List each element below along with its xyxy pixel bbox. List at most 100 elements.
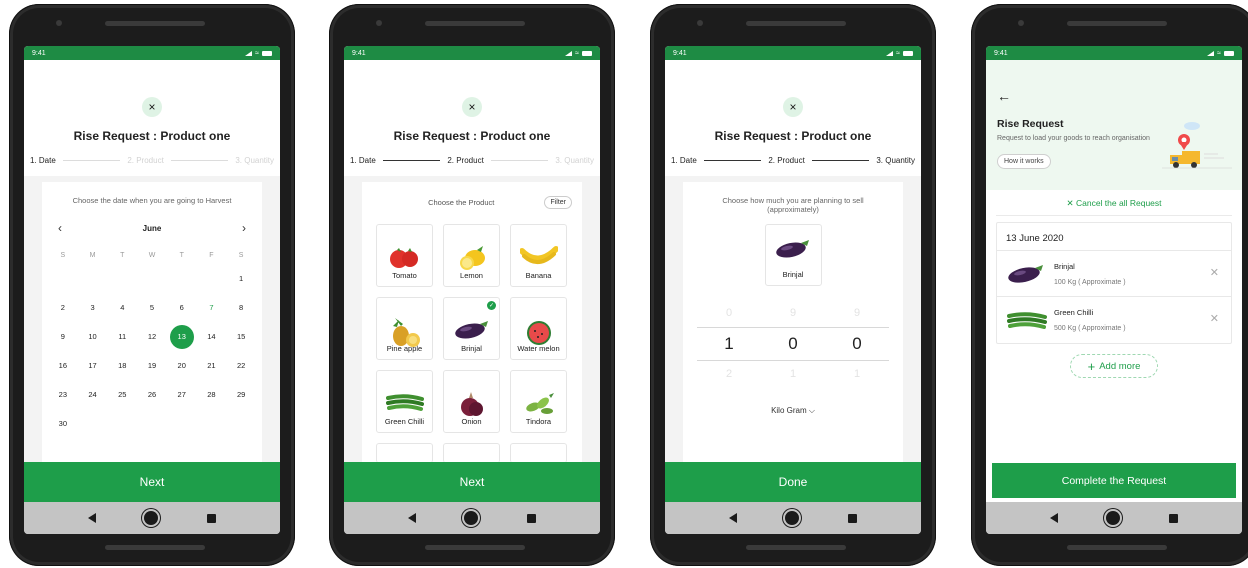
product-tile[interactable]: Pine apple	[376, 297, 433, 360]
nav-back-icon[interactable]	[729, 513, 738, 523]
product-tile-partial[interactable]	[443, 443, 500, 463]
calendar-empty-cell	[197, 409, 227, 438]
nav-recents-icon[interactable]	[526, 513, 536, 523]
product-tile[interactable]: Green Chilli	[376, 370, 433, 433]
product-tile[interactable]: Water melon	[510, 297, 567, 360]
done-button[interactable]: Done	[665, 462, 921, 502]
product-tile[interactable]: Tomato	[376, 224, 433, 287]
calendar-day[interactable]: 6	[167, 293, 197, 322]
close-icon[interactable]: ×	[462, 97, 482, 117]
calendar-day[interactable]: 21	[197, 351, 227, 380]
product-name: Green Chilli	[384, 417, 425, 426]
calendar-day[interactable]: 10	[78, 322, 108, 351]
calendar-day[interactable]: 27	[167, 380, 197, 409]
phone-chin	[1067, 545, 1167, 550]
calendar-day[interactable]: 14	[197, 322, 227, 351]
nav-recents-icon[interactable]	[206, 513, 216, 523]
calendar-header: ‹ June ›	[54, 221, 250, 235]
nav-home-icon[interactable]	[464, 511, 479, 525]
calendar-day[interactable]: 17	[78, 351, 108, 380]
product-tile[interactable]: ✓ Brinjal	[443, 297, 500, 360]
complete-request-button[interactable]: Complete the Request	[992, 463, 1236, 498]
nav-home-icon[interactable]	[1106, 511, 1121, 525]
wifi-icon: ≈	[896, 49, 900, 57]
add-more-label: Add more	[1099, 360, 1141, 372]
green-chilli-icon	[1007, 312, 1047, 329]
calendar-day[interactable]: 8	[226, 293, 256, 322]
quantity-picker[interactable]: 0 9 9 1 0 0 2 1 1	[697, 300, 889, 388]
next-button[interactable]: Next	[344, 462, 600, 502]
calendar-day[interactable]: 30	[48, 409, 78, 438]
chevron-left-icon[interactable]: ‹	[54, 221, 66, 235]
nav-recents-icon[interactable]	[847, 513, 857, 523]
close-icon[interactable]: ×	[142, 97, 162, 117]
step-date: 1. Date	[671, 156, 697, 165]
camera-dot	[56, 20, 62, 26]
calendar-day[interactable]: 13	[167, 322, 197, 351]
product-tile[interactable]: Onion	[443, 370, 500, 433]
calendar-empty-cell	[137, 409, 167, 438]
back-arrow-icon[interactable]: ←	[997, 88, 1011, 104]
nav-home-icon[interactable]	[785, 511, 800, 525]
step-connector	[62, 160, 121, 161]
filter-button[interactable]: Filter	[544, 196, 572, 209]
lemon-icon	[455, 245, 489, 278]
calendar-day[interactable]: 15	[226, 322, 256, 351]
calendar-day[interactable]: 16	[48, 351, 78, 380]
calendar-day[interactable]: 26	[137, 380, 167, 409]
product-tile-partial[interactable]	[376, 443, 433, 463]
unit-select[interactable]: Kilo Gram ⌵	[683, 406, 903, 416]
product-tile-partial[interactable]	[510, 443, 567, 463]
calendar-day[interactable]: 11	[107, 322, 137, 351]
request-item-qty: 500 Kg ( Approximate )	[1054, 325, 1126, 332]
cancel-all-button[interactable]: ✕ Cancel the all Request	[986, 198, 1242, 216]
nav-back-icon[interactable]	[408, 513, 417, 523]
next-button[interactable]: Next	[24, 462, 280, 502]
close-icon[interactable]: ×	[783, 97, 803, 117]
nav-back-icon[interactable]	[88, 513, 97, 523]
product-tile[interactable]: Banana	[510, 224, 567, 287]
nav-recents-icon[interactable]	[1168, 513, 1178, 523]
calendar-day[interactable]: 19	[137, 351, 167, 380]
calendar-day[interactable]: 12	[137, 322, 167, 351]
how-it-works-button[interactable]: How it works	[997, 154, 1051, 169]
calendar-day[interactable]: 24	[78, 380, 108, 409]
nav-home-icon[interactable]	[144, 511, 159, 525]
request-date: 13 June 2020	[997, 223, 1231, 251]
calendar-day[interactable]: 23	[48, 380, 78, 409]
calendar-day[interactable]: 25	[107, 380, 137, 409]
calendar-day[interactable]: 28	[197, 380, 227, 409]
screen-date: 9:41 ≈ × Rise Request : Product one 1. D…	[24, 46, 280, 534]
calendar-day[interactable]: 5	[137, 293, 167, 322]
remove-item-icon[interactable]: ✕	[1210, 312, 1219, 325]
picker-row-selected[interactable]: 1 0 0	[697, 326, 889, 361]
calendar-day[interactable]: 3	[78, 293, 108, 322]
delivery-truck-illustration	[1162, 122, 1232, 169]
calendar-day[interactable]: 1	[226, 264, 256, 293]
step-date: 1. Date	[350, 156, 376, 165]
mockup-stage: 9:41 ≈ × Rise Request : Product one 1. D…	[0, 0, 1248, 568]
product-tile[interactable]: Lemon	[443, 224, 500, 287]
product-tile[interactable]: Tindora	[510, 370, 567, 433]
request-item-name: Green Chilli	[1054, 308, 1094, 317]
product-grid: Tomato Lemon Banana Pine apple ✓ Brinjal Water…	[376, 224, 568, 463]
calendar-day[interactable]: 20	[167, 351, 197, 380]
picker-digit-tens[interactable]: 0	[788, 334, 797, 354]
brinjal-icon	[1008, 265, 1043, 283]
selected-product-tile: Brinjal	[764, 223, 822, 286]
calendar-day[interactable]: 2	[48, 293, 78, 322]
nav-back-icon[interactable]	[1050, 513, 1059, 523]
calendar-day[interactable]: 29	[226, 380, 256, 409]
add-more-button[interactable]: + Add more	[1070, 354, 1158, 378]
picker-digit-hundreds[interactable]: 1	[724, 334, 733, 354]
picker-digit-ones[interactable]: 0	[852, 334, 861, 354]
calendar-day[interactable]: 7	[197, 293, 227, 322]
calendar-day[interactable]: 22	[226, 351, 256, 380]
chevron-right-icon[interactable]: ›	[238, 221, 250, 235]
remove-item-icon[interactable]: ✕	[1210, 266, 1219, 279]
calendar-day[interactable]: 9	[48, 322, 78, 351]
tomato-icon	[388, 245, 422, 274]
calendar-day[interactable]: 4	[107, 293, 137, 322]
step-indicator: 1. Date 2. Product 3. Quantity	[350, 156, 594, 165]
calendar-day[interactable]: 18	[107, 351, 137, 380]
